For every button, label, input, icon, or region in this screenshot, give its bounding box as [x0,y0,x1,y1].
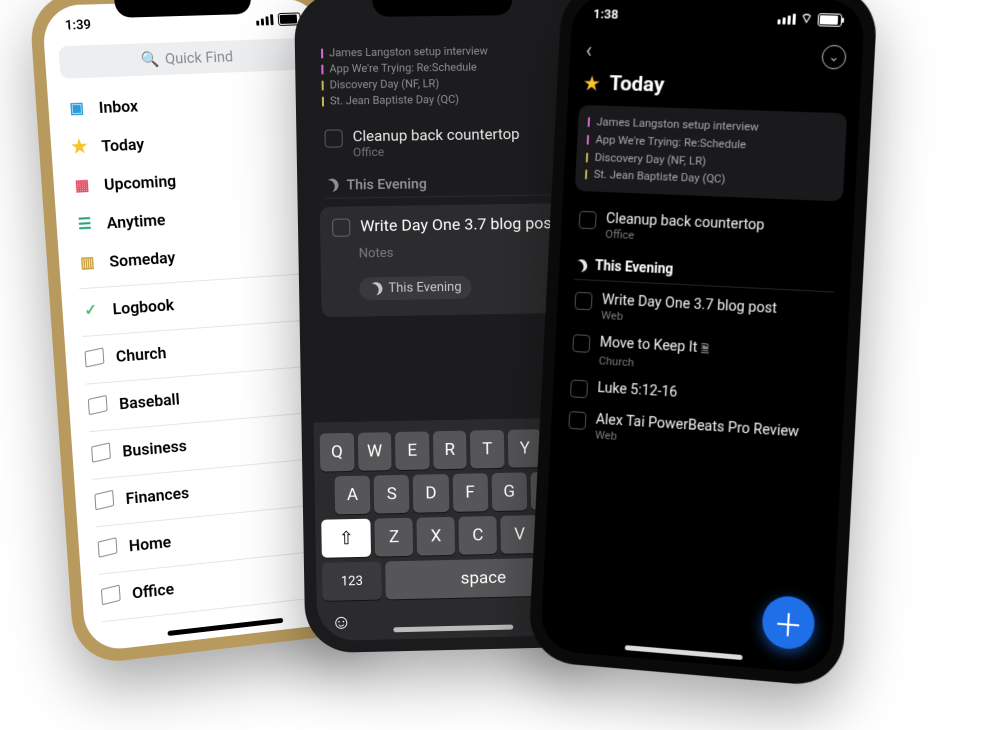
task-title: Cleanup back countertop [353,125,520,145]
calendar-icon: ▦ [71,174,92,195]
sidebar-item-label: Today [101,134,145,155]
checkbox[interactable] [324,129,342,147]
task-edit-card[interactable]: Write Day One 3.7 blog post Notes This E… [320,203,573,317]
moon-icon [324,177,341,194]
inbox-icon: ▣ [66,97,87,118]
search-icon: 🔍 [140,50,160,69]
calendar-events-card[interactable]: James Langston setup interviewApp We're … [575,105,848,202]
task-notes-input[interactable]: Notes [359,243,560,261]
star-icon: ★ [584,73,601,94]
sidebar-item-label: Church [115,342,167,365]
key-G[interactable]: G [491,472,527,511]
key-Q[interactable]: Q [320,433,354,472]
moon-icon [367,280,384,297]
star-icon: ★ [69,136,90,157]
key-W[interactable]: W [357,432,391,471]
area-icon [87,394,108,416]
attachment-icon: 🗎 [700,342,709,355]
sidebar-item-label: Logbook [112,295,175,318]
status-time: 1:38 [593,7,619,22]
event-label: Discovery Day (NF, LR) [330,76,440,93]
key-C[interactable]: C [459,516,498,555]
calendar-event: St. Jean Baptiste Day (QC) [322,90,565,109]
key-A[interactable]: A [335,476,371,515]
area-icon [83,347,104,369]
key-Z[interactable]: Z [375,518,414,557]
stack-icon: ☰ [74,213,95,234]
checkbox[interactable] [570,380,588,399]
key-123[interactable]: 123 [322,562,382,601]
section-this-evening: This Evening [309,164,580,198]
sidebar-item-label: Inbox [98,96,139,117]
key-X[interactable]: X [417,517,456,556]
sidebar-item-label: Upcoming [103,171,176,194]
moon-icon [573,257,589,273]
emoji-button[interactable]: ☺ [331,609,352,635]
key-T[interactable]: T [470,430,504,469]
sidebar-item-label: Home [128,531,171,554]
event-label: James Langston setup interview [329,43,488,61]
task-title-input[interactable]: Write Day One 3.7 blog post [360,214,557,236]
area-icon [93,489,114,511]
add-task-button[interactable]: ＋ [761,594,816,651]
calendar-events: James Langston setup interviewApp We're … [307,40,579,119]
sidebar-item-label: Anytime [106,210,166,233]
sidebar-area[interactable]: Church [83,321,327,377]
sidebar-item-label: Office [131,579,174,603]
quick-find-input[interactable]: 🔍 Quick Find [58,38,311,79]
sidebar-item-label: Finances [125,482,190,507]
wifi-icon: ⌔ [800,11,813,27]
key-F[interactable]: F [452,473,488,512]
signal-icon [256,14,274,25]
task-row[interactable]: Cleanup back countertopOffice [308,116,580,168]
task-title: Luke 5:12-16 [597,379,678,401]
checkbox[interactable] [568,411,586,430]
status-time: 1:39 [65,17,92,33]
task-subtitle: Office [353,143,520,159]
back-button[interactable]: ‹ [585,38,593,63]
sidebar-item-label: Business [122,435,188,460]
checkbox[interactable] [332,218,350,236]
checkbox[interactable] [572,334,590,353]
logbook-icon: ✓ [80,299,101,321]
battery-icon [817,13,842,27]
quick-find-placeholder: Quick Find [164,47,233,67]
archive-icon: ▥ [77,251,98,273]
phone-black-today: 1:38 ⌔ ‹ ⌄ ★ Today James Langston setup i… [528,0,878,688]
when-tag[interactable]: This Evening [359,275,472,300]
sidebar-item-label: Someday [109,247,176,270]
area-icon [96,536,117,558]
page-title-label: Today [609,72,665,97]
event-label: St. Jean Baptiste Day (QC) [330,92,459,110]
key-shift[interactable]: ⇧ [321,519,371,558]
signal-icon [777,13,796,25]
key-E[interactable]: E [395,431,429,470]
key-S[interactable]: S [374,475,410,514]
area-icon [100,584,121,606]
section-label: This Evening [346,176,427,193]
checkbox[interactable] [574,292,592,311]
key-R[interactable]: R [433,431,467,470]
event-label: App We're Trying: Re:Schedule [329,60,477,78]
section-label: This Evening [595,258,674,278]
key-Y[interactable]: Y [508,429,542,468]
when-tag-label: This Evening [388,280,461,296]
sidebar-item-label: Baseball [118,389,180,413]
more-button[interactable]: ⌄ [821,45,846,70]
home-indicator[interactable] [625,645,743,660]
area-icon [90,442,111,464]
checkbox[interactable] [579,211,597,230]
event-label: St. Jean Baptiste Day (QC) [593,166,725,189]
key-D[interactable]: D [413,474,449,513]
